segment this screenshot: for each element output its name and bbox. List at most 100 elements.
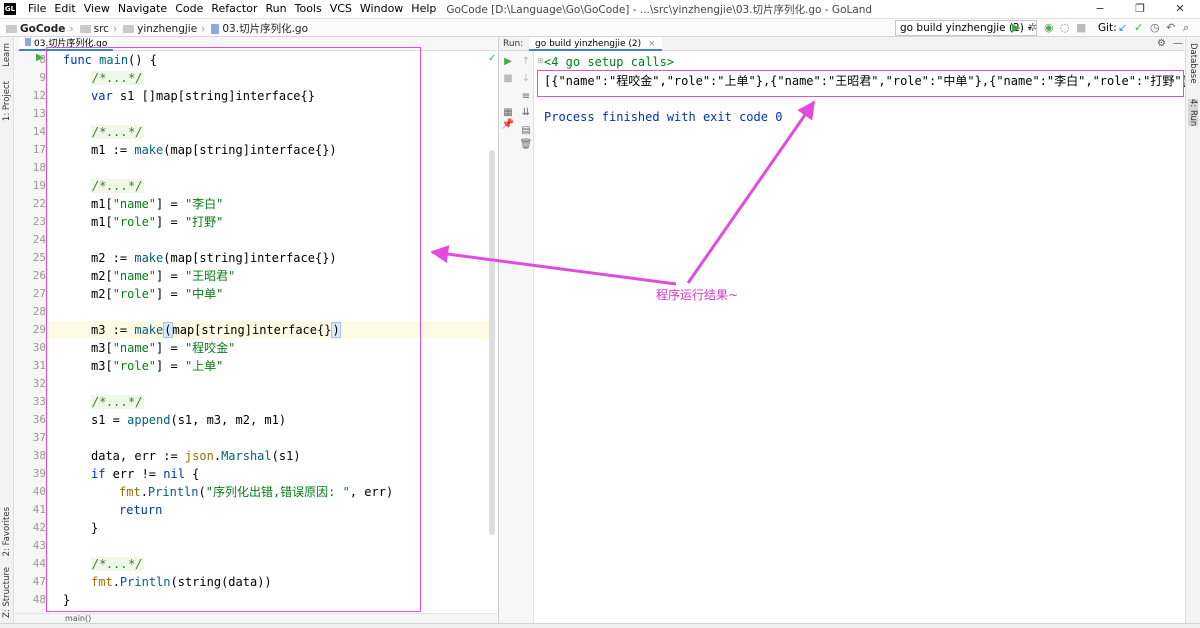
run-tool-tab[interactable]: 4: Run (1188, 99, 1198, 127)
scroll-down-icon[interactable]: ↓ (517, 73, 535, 84)
run-panel-label: Run: (503, 39, 524, 49)
close-icon[interactable]: × (648, 39, 656, 49)
line-number: 25 (32, 251, 46, 264)
menu-file[interactable]: File (24, 0, 50, 18)
left-tool-strip: Learn 1: Project 2: Favorites Z: Structu… (0, 37, 14, 623)
chevron-right-icon: › (69, 22, 74, 35)
line-number: 28 (32, 305, 46, 318)
editor-breadcrumb[interactable]: main() (15, 613, 497, 623)
print-icon[interactable]: ▤ (517, 125, 535, 136)
chevron-right-icon: › (112, 22, 118, 35)
menu-window[interactable]: Window (356, 0, 407, 18)
console-line-exit: Process finished with exit code 0 (544, 110, 783, 124)
breadcrumb-package[interactable]: yinzhengjie (137, 23, 197, 35)
menu-edit[interactable]: Edit (50, 0, 79, 18)
search-everywhere-icon[interactable]: ⌕ (1183, 21, 1189, 35)
goland-window: GL File Edit View Navigate Code Refactor… (0, 0, 1200, 628)
go-file-icon (211, 23, 220, 34)
git-label: Git: (1098, 22, 1117, 34)
breadcrumb-project[interactable]: GoCode (20, 23, 65, 35)
menu-view[interactable]: View (80, 0, 114, 18)
window-title: GoCode [D:\Language\Go\GoCode] - ...\src… (446, 3, 873, 16)
menu-refactor[interactable]: Refactor (207, 0, 261, 18)
run-panel-header: Run: go build yinzhengjie (2) × ⚙ — (498, 37, 1184, 51)
line-number: 27 (32, 287, 46, 300)
menu-vcs[interactable]: VCS (326, 0, 356, 18)
line-number: 37 (32, 431, 46, 444)
chevron-right-icon: › (201, 22, 206, 35)
run-console[interactable]: <4 go setup calls> [{"name":"程咬金","role"… (535, 51, 1196, 623)
breadcrumb-file[interactable]: 03.切片序列化.go (222, 21, 308, 36)
line-number: 33 (32, 395, 46, 408)
git-revert-icon[interactable]: ↶ (1166, 21, 1175, 35)
learn-tool-tab[interactable]: Learn (2, 43, 12, 67)
run-tab[interactable]: go build yinzhengjie (2) × (529, 37, 662, 51)
annotation-box-code (46, 47, 421, 612)
run-icon[interactable]: ▶ (1012, 21, 1020, 35)
line-number: 19 (32, 179, 46, 192)
gear-icon[interactable]: ⚙ (1157, 37, 1166, 51)
line-number-gutter: ▶ 8 9 12 13 14 17 18 19 22 23 24 25 26 27 28 29 30 31 32 33… (15, 51, 48, 613)
fold-marker-icon: ⊞ (537, 56, 544, 65)
line-number: 32 (32, 377, 46, 390)
scroll-to-end-icon[interactable]: ⇊ (517, 107, 535, 118)
folder-icon (6, 24, 17, 33)
trash-icon[interactable]: 🗑 (517, 139, 535, 150)
line-number: 18 (32, 161, 46, 174)
line-number: 13 (32, 107, 46, 120)
line-number: 12 (32, 89, 46, 102)
database-tool-tab[interactable]: Database (1188, 43, 1198, 84)
console-line-setup: <4 go setup calls> (544, 55, 675, 69)
maximize-button[interactable]: ❐ (1120, 0, 1160, 18)
line-number: 26 (32, 269, 46, 282)
inspection-ok-icon[interactable]: ✓ (488, 53, 496, 64)
coverage-icon[interactable]: ◉ (1044, 21, 1054, 35)
soft-wrap-icon[interactable]: ≡ (517, 91, 535, 102)
stop-icon[interactable]: ■ (1076, 21, 1086, 35)
menu-code[interactable]: Code (171, 0, 207, 18)
minimize-button[interactable]: − (1080, 0, 1120, 18)
run-config-label: go build yinzhengjie (2) (900, 22, 1024, 34)
line-number: 36 (32, 413, 46, 426)
git-update-icon[interactable]: ↙ (1118, 21, 1127, 35)
git-commit-icon[interactable]: ✓ (1134, 21, 1143, 35)
folder-icon (123, 24, 135, 33)
pin-icon[interactable]: 📌 (499, 119, 517, 130)
menu-tools[interactable]: Tools (291, 0, 326, 18)
close-button[interactable]: ✕ (1160, 0, 1200, 18)
line-number: 42 (32, 521, 46, 534)
git-history-icon[interactable]: ◷ (1150, 21, 1160, 35)
debug-icon[interactable]: ✲ (1028, 21, 1037, 35)
scroll-up-icon[interactable]: ↑ (517, 56, 535, 67)
structure-tool-tab[interactable]: Z: Structure (2, 567, 12, 618)
folder-icon (79, 24, 91, 33)
profile-icon[interactable]: ◌ (1060, 21, 1070, 35)
breadcrumb-src[interactable]: src (94, 23, 109, 35)
favorites-tool-tab[interactable]: 2: Favorites (2, 507, 12, 556)
stop-icon[interactable]: ■ (499, 73, 517, 84)
line-number: 44 (32, 557, 46, 570)
line-number: 41 (32, 503, 46, 516)
line-number: 38 (32, 449, 46, 462)
goland-logo-icon: GL (4, 3, 16, 15)
line-number: 22 (32, 197, 46, 210)
menu-navigate[interactable]: Navigate (114, 0, 171, 18)
go-file-icon (25, 38, 31, 46)
run-tab-label: go build yinzhengjie (2) (535, 39, 642, 49)
navigation-bar: GoCode › src › yinzhengjie › 03.切片序列化.go… (0, 18, 1200, 37)
line-number: 43 (32, 539, 46, 552)
project-tool-tab[interactable]: 1: Project (2, 81, 12, 121)
line-number: 31 (32, 359, 46, 372)
run-toolbar: ▶ ↑ ■ ↓ ≡ ▦ ⇊ ▤ 📌 🗑 (498, 51, 534, 623)
menu-help[interactable]: Help (407, 0, 440, 18)
editor-scrollbar[interactable] (489, 150, 495, 535)
hide-panel-icon[interactable]: — (1173, 37, 1183, 51)
annotation-label: 程序运行结果~ (656, 288, 739, 302)
line-number: 23 (32, 215, 46, 228)
menu-run[interactable]: Run (262, 0, 291, 18)
restore-layout-icon[interactable]: ▦ (499, 107, 517, 118)
line-number: 14 (32, 125, 46, 138)
rerun-icon[interactable]: ▶ (499, 56, 517, 67)
line-number: 17 (32, 143, 46, 156)
breadcrumb: GoCode › src › yinzhengjie › 03.切片序列化.go (4, 19, 308, 38)
